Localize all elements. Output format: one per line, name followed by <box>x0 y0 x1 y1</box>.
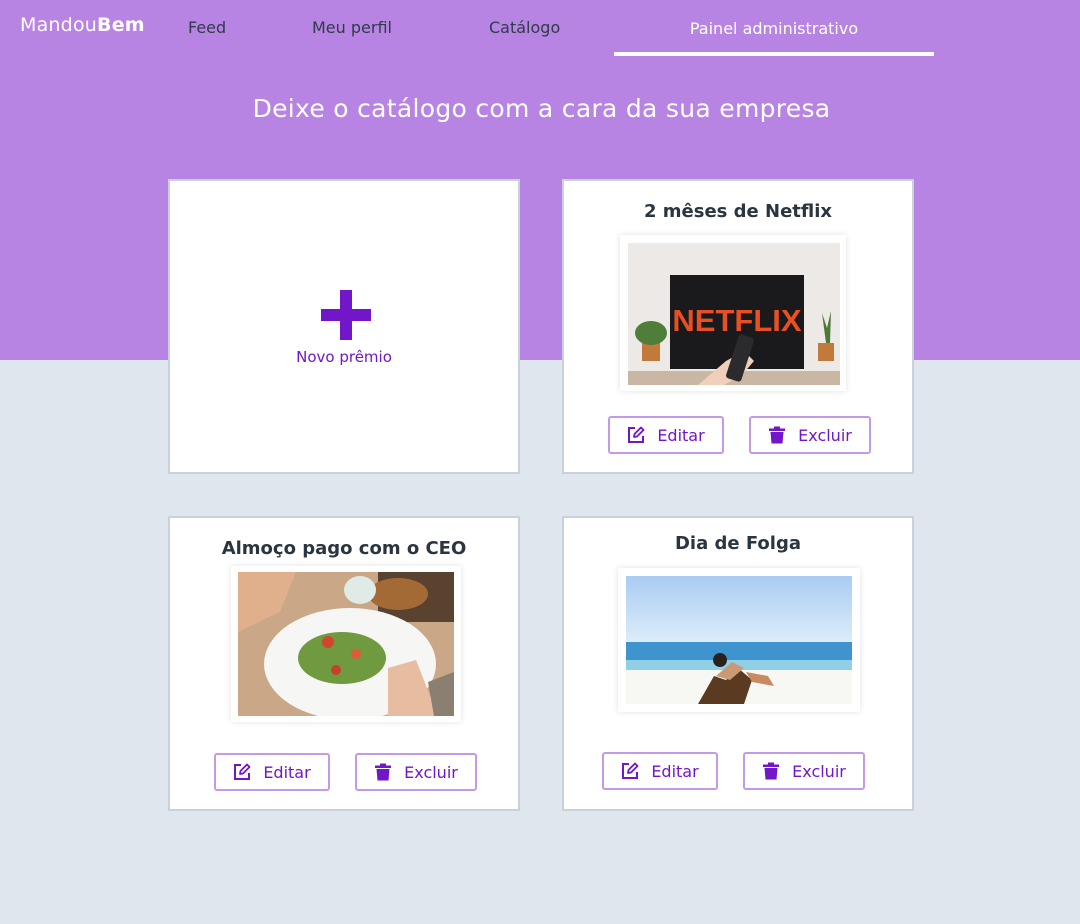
edit-button-label: Editar <box>651 761 699 781</box>
brand-name-bold: Bem <box>97 14 145 36</box>
pencil-square-icon <box>234 763 251 780</box>
prize-card: Dia de Folga Editar Excluir <box>562 516 914 811</box>
svg-text:NETFLIX: NETFLIX <box>672 303 801 338</box>
prize-image <box>238 572 454 716</box>
delete-button[interactable]: Excluir <box>743 752 865 790</box>
prize-title: Almoço pago com o CEO <box>221 538 467 559</box>
delete-button[interactable]: Excluir <box>355 753 477 791</box>
trash-icon <box>763 762 780 780</box>
delete-button-label: Excluir <box>798 425 852 445</box>
brand-name-light: Mandou <box>20 14 98 36</box>
nav-feed[interactable]: Feed <box>188 18 226 37</box>
prize-image-frame <box>231 566 461 722</box>
edit-button-label: Editar <box>657 425 705 445</box>
pencil-square-icon <box>622 762 639 779</box>
plus-icon <box>321 290 371 340</box>
pencil-square-icon <box>628 426 645 443</box>
prize-image <box>626 576 852 704</box>
delete-button[interactable]: Excluir <box>749 416 871 454</box>
nav-catalogo[interactable]: Catálogo <box>489 18 560 37</box>
edit-button[interactable]: Editar <box>602 752 718 790</box>
nav-meu-perfil[interactable]: Meu perfil <box>312 18 392 37</box>
page-title: Deixe o catálogo com a cara da sua empre… <box>252 94 831 123</box>
edit-button[interactable]: Editar <box>214 753 330 791</box>
new-prize-label: Novo prêmio <box>296 348 392 366</box>
nav-painel-administrativo[interactable]: Painel administrativo <box>614 0 934 56</box>
trash-icon <box>769 426 786 444</box>
prize-title: Dia de Folga <box>674 533 802 554</box>
prize-card: 2 mêses de Netflix NETFLIX Editar Exclui… <box>562 179 914 474</box>
prize-image-frame: NETFLIX <box>620 235 846 391</box>
prize-image: NETFLIX <box>628 243 840 385</box>
delete-button-label: Excluir <box>404 762 458 782</box>
new-prize-card[interactable]: Novo prêmio <box>168 179 520 474</box>
trash-icon <box>375 763 392 781</box>
prize-card: Almoço pago com o CEO Editar Excluir <box>168 516 520 811</box>
edit-button[interactable]: Editar <box>608 416 724 454</box>
prize-image-frame <box>618 568 860 712</box>
edit-button-label: Editar <box>263 762 311 782</box>
delete-button-label: Excluir <box>792 761 846 781</box>
prize-title: 2 mêses de Netflix <box>643 201 832 222</box>
brand-logo[interactable]: MandouBem <box>20 14 145 36</box>
